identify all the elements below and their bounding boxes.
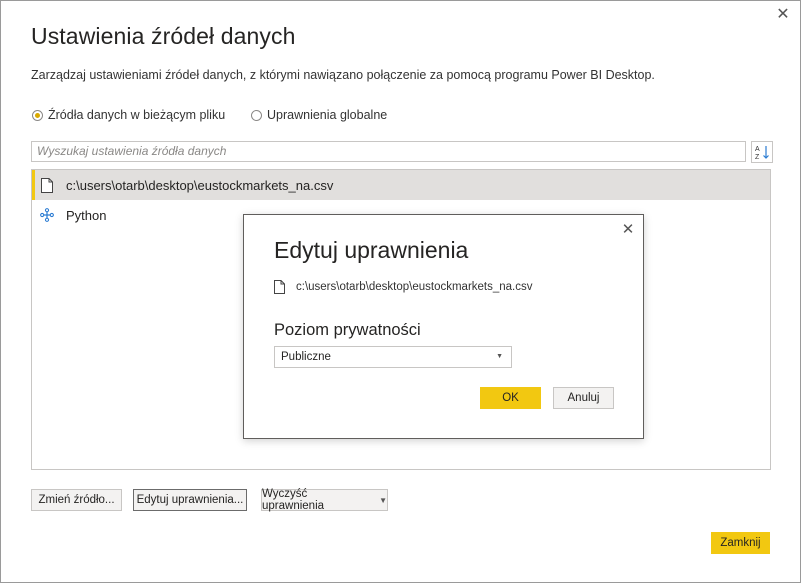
list-item-label: Python [66,207,107,223]
edit-permissions-button[interactable]: Edytuj uprawnienia... [133,489,247,511]
list-item[interactable]: c:\users\otarb\desktop\eustockmarkets_na… [32,170,770,200]
radio-current-file[interactable]: Źródła danych w bieżącym pliku [32,108,225,122]
radio-global[interactable]: Uprawnienia globalne [251,108,387,122]
window-title: Ustawienia źródeł danych [31,23,296,49]
radio-unselected-icon[interactable] [251,109,262,121]
dialog-title: Edytuj uprawnienia [274,237,469,263]
ok-button[interactable]: OK [480,387,541,409]
python-icon [40,207,54,223]
dialog-path-text: c:\users\otarb\desktop\eustockmarkets_na… [296,281,533,293]
privacy-level-label: Poziom prywatności [274,321,421,339]
clear-permissions-label: Wyczyść uprawnienia [262,488,325,512]
search-input[interactable]: Wyszukaj ustawienia źródła danych [31,141,746,162]
file-icon [40,177,54,193]
svg-text:A: A [755,146,760,153]
radio-global-label: Uprawnienia globalne [267,108,388,122]
privacy-level-select[interactable]: Publiczne ▼ [274,346,512,368]
change-source-button[interactable]: Zmień źródło... [31,489,122,511]
svg-text:Z: Z [755,154,760,160]
privacy-level-value: Publiczne [281,351,331,363]
dialog-close-icon[interactable]: ✕ [619,221,637,239]
data-source-settings-window: ✕ Ustawienia źródeł danych Zarządzaj ust… [0,0,801,583]
radio-selected-icon[interactable] [32,109,43,121]
chevron-down-icon: ▼ [496,353,503,360]
radio-current-file-label: Źródła danych w bieżącym pliku [48,108,226,122]
file-icon [274,280,286,294]
close-icon[interactable]: ✕ [773,5,793,25]
list-item-label: c:\users\otarb\desktop\eustockmarkets_na… [66,177,334,193]
close-button[interactable]: Zamknij [711,532,770,554]
sort-az-icon[interactable]: A Z [751,141,773,163]
dialog-source-path: c:\users\otarb\desktop\eustockmarkets_na… [274,280,533,294]
edit-permissions-dialog: ✕ Edytuj uprawnienia c:\users\otarb\desk… [243,214,644,439]
chevron-down-icon[interactable]: ▼ [379,496,387,505]
clear-permissions-button[interactable]: Wyczyść uprawnienia ▼ [261,488,388,512]
cancel-button[interactable]: Anuluj [553,387,614,409]
window-description: Zarządzaj ustawieniami źródeł danych, z … [31,68,655,82]
